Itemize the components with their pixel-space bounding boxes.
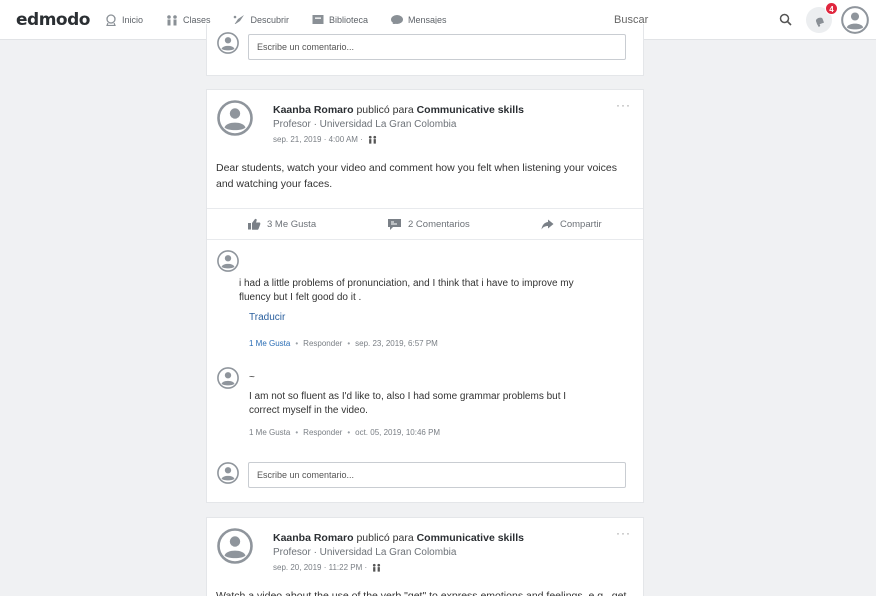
post-body: Watch a video about the use of the verb … [216, 590, 627, 596]
current-user-avatar [217, 462, 239, 484]
classes-icon [167, 14, 177, 25]
author-line: Kaanba Romaro publicó para Communicative… [273, 532, 524, 544]
comment-footer: 1 Me Gusta • Responder • oct. 05, 2019, … [249, 428, 440, 437]
more-options-icon[interactable]: ··· [616, 98, 631, 112]
comment-input-placeholder: Escribe un comentario... [257, 42, 355, 52]
group-name[interactable]: Communicative skills [417, 532, 524, 544]
post-card: Kaanba Romaro publicó para Communicative… [206, 89, 644, 503]
share-arrow-icon [541, 219, 554, 229]
nav-inicio[interactable]: Inicio [104, 13, 143, 26]
commenter-avatar[interactable] [217, 250, 239, 272]
translate-link[interactable]: Traducir [249, 312, 285, 323]
post-meta: Kaanba Romaro publicó para Communicative… [273, 532, 524, 572]
search-icon[interactable] [779, 13, 792, 26]
author-name[interactable]: Kaanba Romaro [273, 104, 354, 116]
classes-icon [368, 135, 376, 144]
author-line: Kaanba Romaro publicó para Communicative… [273, 104, 524, 116]
comment-input[interactable]: Escribe un comentario... [248, 462, 626, 488]
nav-descubrir-label: Descubrir [250, 14, 289, 25]
post-body: Dear students, watch your video and comm… [216, 162, 617, 190]
group-name[interactable]: Communicative skills [417, 104, 524, 116]
nav-inicio-label: Inicio [121, 14, 143, 25]
notification-badge: 4 [825, 2, 838, 15]
comment-mark: ~ [249, 372, 255, 383]
author-avatar[interactable] [217, 528, 253, 564]
author-role: Profesor · Universidad La Gran Colombia [273, 119, 457, 130]
post-date-text: sep. 21, 2019 · 4:00 AM · [273, 135, 363, 144]
separator-dot: • [347, 339, 351, 348]
comments-button[interactable]: 2 Comentarios [387, 218, 470, 231]
separator-dot: • [295, 339, 299, 348]
published-for-text: publicó para [356, 532, 414, 544]
thumbs-up-icon [248, 218, 261, 230]
separator-dot: • [295, 428, 299, 437]
comment-input-placeholder: Escribe un comentario... [257, 470, 355, 480]
classes-icon [373, 563, 381, 572]
published-for-text: publicó para [356, 104, 414, 116]
comment-reply-link[interactable]: Responder [303, 428, 342, 437]
user-avatar[interactable] [841, 6, 869, 34]
comment-reply-link[interactable]: Responder [303, 339, 342, 348]
author-avatar[interactable] [217, 100, 253, 136]
comment-date: sep. 23, 2019, 6:57 PM [355, 339, 438, 348]
commenter-avatar[interactable] [217, 367, 239, 389]
more-options-icon[interactable]: ··· [616, 526, 631, 540]
post-meta: Kaanba Romaro publicó para Communicative… [273, 104, 524, 144]
comment-footer: 1 Me Gusta • Responder • sep. 23, 2019, … [249, 339, 438, 348]
nav-biblioteca-label: Biblioteca [329, 14, 369, 25]
like-button[interactable]: 3 Me Gusta [247, 218, 316, 230]
comment-text: I am not so fluent as I'd like to, also … [249, 391, 567, 416]
home-icon [106, 13, 116, 26]
separator-dot: • [347, 428, 351, 437]
edmodo-logo[interactable]: edmodo [16, 10, 90, 30]
nav-clases-label: Clases [182, 14, 211, 25]
comment-text: i had a little problems of pronunciation… [239, 278, 574, 303]
like-count: 3 Me Gusta [267, 218, 317, 230]
post-date-text: sep. 20, 2019 · 11:22 PM · [273, 563, 368, 572]
post-date: sep. 20, 2019 · 11:22 PM · [273, 563, 524, 572]
nav-clases[interactable]: Clases [165, 14, 211, 26]
bell-icon [815, 17, 824, 27]
comment-date: oct. 05, 2019, 10:46 PM [355, 428, 441, 437]
notifications-button[interactable]: 4 [806, 2, 838, 33]
share-label: Compartir [560, 218, 602, 230]
post-header: Kaanba Romaro publicó para Communicative… [217, 528, 524, 572]
comment-like-link[interactable]: 1 Me Gusta [249, 339, 290, 348]
post-header: Kaanba Romaro publicó para Communicative… [217, 100, 524, 144]
author-role: Profesor · Universidad La Gran Colombia [273, 547, 457, 558]
post-actions: 3 Me Gusta 2 Comentarios Compartir [207, 208, 643, 240]
comment-input[interactable]: Escribe un comentario... [248, 34, 626, 60]
comment-like-link[interactable]: 1 Me Gusta [249, 428, 290, 437]
post-card: Kaanba Romaro publicó para Communicative… [206, 517, 644, 596]
comment-icon [388, 218, 401, 230]
nav-mensajes-label: Mensajes [408, 14, 447, 25]
previous-post-card: Escribe un comentario... [206, 24, 644, 76]
author-name[interactable]: Kaanba Romaro [273, 532, 354, 544]
commenter-avatar [217, 32, 239, 54]
post-date: sep. 21, 2019 · 4:00 AM · [273, 135, 524, 144]
share-button[interactable]: Compartir [541, 219, 602, 230]
comments-count: 2 Comentarios [408, 218, 470, 230]
